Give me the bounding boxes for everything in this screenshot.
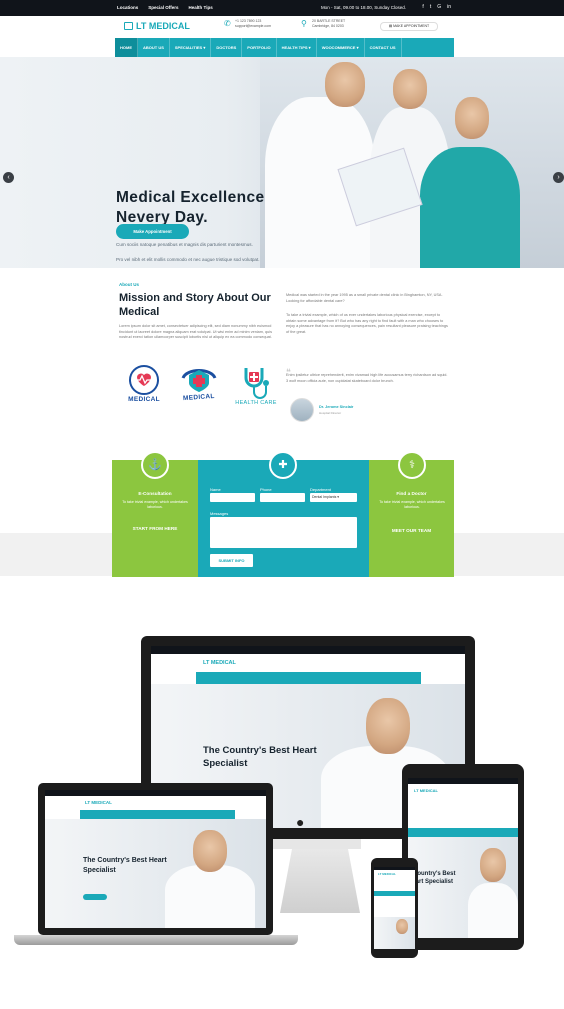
hero-title: Medical Excellence Nevery Day.	[116, 189, 265, 226]
header-contact: ✆ +1 123 7890 123 support@example.com	[224, 19, 271, 28]
header-email[interactable]: support@example.com	[235, 24, 271, 29]
phone-mockup: LT MEDICAL	[371, 858, 418, 958]
about-quote-text: Enim ipsiletur ultrice reprehenderit, en…	[286, 373, 448, 383]
start-from-here-link[interactable]: START FROM HERE	[112, 526, 198, 531]
laptop-mockup: LT MEDICAL The Country's Best Heart Spec…	[38, 783, 273, 935]
nav-specialities[interactable]: SPECIALITIES ▾	[170, 38, 212, 57]
make-appointment-button[interactable]: ▤ MAKE APPOINTMENT	[380, 22, 438, 31]
address-line2: Cambridge, 84 0203	[312, 23, 344, 28]
author-role: Hospital Director	[319, 411, 342, 415]
desktop-stand	[280, 849, 360, 913]
logo-medical-2: MEDICAL	[176, 364, 222, 402]
slider-prev-icon[interactable]: ‹	[3, 172, 14, 183]
laptop-hero-title: The Country's Best Heart Specialist	[83, 857, 167, 874]
author-avatar	[290, 398, 314, 422]
nav-portfolio[interactable]: PORTFOLIO	[242, 38, 277, 57]
doctor-icon: ⚕	[398, 451, 426, 479]
submit-info-button[interactable]: SUBMIT INFO	[210, 554, 253, 567]
messages-textarea[interactable]	[210, 517, 357, 548]
phone-icon: ✆	[224, 19, 231, 28]
e-consultation-box: ⚓ E-Consultation To take trivial example…	[112, 451, 198, 577]
apple-logo-icon: ●	[296, 814, 305, 830]
nav-health-tips[interactable]: HEALTH TIPS ▾	[277, 38, 317, 57]
twitter-icon[interactable]: t	[430, 4, 431, 10]
site-logo[interactable]: LT MEDICAL	[124, 21, 190, 31]
nav-doctors[interactable]: DOCTORS	[211, 38, 243, 57]
department-select[interactable]: Dental Implants ▾	[310, 493, 357, 502]
nav-home[interactable]: HOME	[115, 38, 138, 57]
hero-slider: Medical Excellence Nevery Day. Cum socii…	[0, 57, 564, 268]
stethoscope-icon	[244, 368, 269, 399]
slider-next-icon[interactable]: ›	[553, 172, 564, 183]
about-title: Mission and Story About Our Medical	[119, 292, 271, 318]
laptop-base	[14, 935, 298, 945]
phone-label: Phone	[260, 487, 272, 492]
laptop-logo: LT MEDICAL	[85, 800, 112, 805]
about-left-text: Lorem ipsum dolor sit amet, consectetuer…	[119, 324, 273, 340]
top-bar: Locations Special Offers Health Tips Mon…	[0, 0, 564, 16]
doctor-photo	[366, 698, 410, 754]
about-right-text-1: Medical was started in the year 1995 as …	[286, 293, 443, 303]
tablet-mockup: LT MEDICAL e Country's Best Heart Specia…	[402, 764, 524, 950]
author-name: Dr. Jerome Sinclair	[319, 405, 354, 409]
topbar-link-locations[interactable]: Locations	[117, 5, 138, 10]
header-address: ⚲ 20 BARTLE STREET Cambridge, 84 0203	[301, 19, 345, 28]
about-right-text-2: To take a trivial example, which of us e…	[286, 313, 448, 334]
topbar-link-offers[interactable]: Special Offers	[148, 5, 178, 10]
nav-woocommerce[interactable]: WOOCOMMERCE ▾	[317, 38, 365, 57]
messages-label: Messages	[210, 511, 229, 516]
main-nav: HOME ABOUT US SPECIALITIES ▾ DOCTORS POR…	[115, 38, 454, 57]
hero-text-1: Cum sociis natoque penatibus et magnis d…	[116, 242, 253, 247]
linkedin-icon[interactable]: in	[447, 4, 451, 10]
e-consultation-title: E-Consultation	[138, 491, 172, 496]
nav-about[interactable]: ABOUT US	[138, 38, 170, 57]
anchor-icon: ⚓	[141, 451, 169, 479]
tablet-logo: LT MEDICAL	[414, 788, 438, 793]
opening-hours: Mon - Sat, 09.00 to 18.00, Sunday Closed…	[320, 5, 406, 10]
hero-appointment-button[interactable]: Make Appointment	[116, 224, 189, 239]
find-doctor-box: ⚕ Find a Doctor To take trivial example,…	[369, 451, 454, 577]
heart-pulse-icon	[129, 365, 159, 395]
quote-icon: ❝	[286, 367, 291, 377]
medical-kit-icon: ✚	[269, 451, 297, 479]
google-icon[interactable]: G	[437, 4, 441, 10]
department-label: Department	[310, 487, 331, 492]
hero-text-2: Pro vel nibh et elit mollis commodo et n…	[116, 257, 260, 262]
find-doctor-title: Find a Doctor	[396, 491, 427, 496]
name-label: Name	[210, 487, 221, 492]
nav-contact[interactable]: CONTACT US	[365, 38, 402, 57]
desktop-hero-title: The Country's Best Heart Specialist	[203, 745, 317, 769]
hospital-icon	[124, 22, 133, 30]
header	[0, 16, 564, 38]
name-input[interactable]	[210, 493, 255, 502]
facebook-icon[interactable]: f	[422, 4, 423, 10]
desktop-logo: LT MEDICAL	[203, 660, 236, 666]
about-label: About Us	[119, 282, 139, 287]
logo-text: LT MEDICAL	[136, 21, 190, 31]
address-line1: 20 BARTLE STREET	[312, 19, 346, 23]
topbar-link-tips[interactable]: Health Tips	[189, 5, 213, 10]
appointment-form: ✚ Name Phone Department Dental Implants …	[198, 451, 369, 577]
find-doctor-text: To take trivial example, which undertake…	[379, 500, 445, 509]
medical-cross-icon	[181, 369, 217, 392]
e-consultation-text: To take trivial example, which undertake…	[122, 500, 188, 509]
phone-logo: LT MEDICAL	[378, 872, 396, 876]
meet-our-team-link[interactable]: MEET OUR TEAM	[369, 528, 454, 533]
logo-health-care: HEALTH CARE	[232, 364, 280, 406]
phone-input[interactable]	[260, 493, 305, 502]
logo-medical-1: MEDICAL	[122, 364, 166, 403]
map-pin-icon: ⚲	[301, 19, 307, 28]
